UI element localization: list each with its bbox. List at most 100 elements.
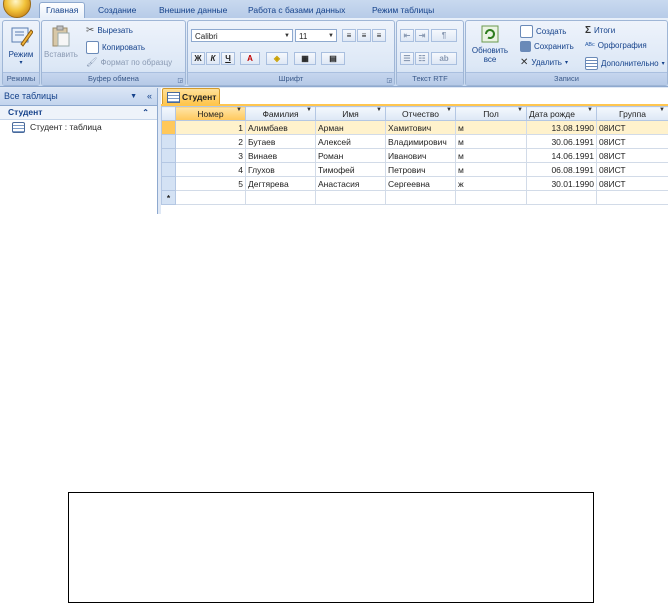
paragraph-dir-button[interactable]: ¶ <box>431 29 457 42</box>
chevron-up-icon[interactable]: ⌃ <box>142 106 149 119</box>
numbering-button[interactable]: ☷ <box>415 52 429 65</box>
font-color-button[interactable]: A <box>240 52 260 65</box>
more-button[interactable]: Дополнительно ▾ <box>585 57 665 70</box>
totals-button[interactable]: Σ Итоги <box>585 25 615 36</box>
table-cell[interactable]: Алимбаев <box>245 120 316 135</box>
column-header[interactable]: Номер ▼ <box>175 106 246 121</box>
table-cell[interactable]: 3 <box>175 148 246 163</box>
table-cell[interactable]: 2 <box>175 134 246 149</box>
table-row[interactable]: 2 Бутаев Алексей Владимирович м 30.06.19… <box>161 134 668 149</box>
table-cell[interactable]: Роман <box>315 148 386 163</box>
underline-button[interactable]: Ч <box>221 52 235 65</box>
select-all-corner[interactable] <box>161 106 176 121</box>
align-right-button[interactable]: ≡ <box>372 29 386 42</box>
doc-tab-student[interactable]: Студент <box>162 88 220 104</box>
table-cell[interactable]: Бутаев <box>245 134 316 149</box>
table-cell[interactable]: Тимофей <box>315 162 386 177</box>
tab-database-tools[interactable]: Работа с базами данных <box>242 3 351 18</box>
align-center-button[interactable]: ≡ <box>357 29 371 42</box>
chevron-down-icon[interactable]: ▼ <box>236 108 242 114</box>
table-cell[interactable] <box>385 190 456 205</box>
font-size-select[interactable]: 11 ▼ <box>295 29 337 42</box>
cut-button[interactable]: ✂ Вырезать <box>86 25 133 36</box>
new-row-marker[interactable]: * <box>161 190 176 205</box>
table-row[interactable]: 4 Глухов Тимофей Петрович м 06.08.1991 0… <box>161 162 668 177</box>
table-row[interactable]: 3 Винаев Роман Иванович м 14.06.1991 08И… <box>161 148 668 163</box>
table-cell[interactable]: 08ИСТ <box>596 120 668 135</box>
table-cell[interactable]: м <box>455 162 527 177</box>
collapse-pane-icon[interactable]: « <box>147 88 152 105</box>
table-cell[interactable]: Арман <box>315 120 386 135</box>
highlight-button[interactable]: ab <box>431 52 457 65</box>
table-cell[interactable]: 08ИСТ <box>596 148 668 163</box>
table-cell[interactable]: Алексей <box>315 134 386 149</box>
table-cell[interactable]: 5 <box>175 176 246 191</box>
table-cell[interactable]: 30.01.1990 <box>526 176 597 191</box>
tab-external-data[interactable]: Внешние данные <box>153 3 233 18</box>
nav-item-student-table[interactable]: Студент : таблица <box>0 120 157 134</box>
column-header[interactable]: Имя ▼ <box>315 106 386 121</box>
chevron-down-icon[interactable]: ▼ <box>446 108 452 114</box>
table-cell[interactable]: 06.08.1991 <box>526 162 597 177</box>
table-cell[interactable]: Петрович <box>385 162 456 177</box>
new-record-row[interactable]: * <box>161 190 668 205</box>
table-cell[interactable]: 08ИСТ <box>596 162 668 177</box>
fill-color-button[interactable]: ◈ <box>266 52 288 65</box>
chevron-down-icon[interactable]: ▼ <box>517 108 523 114</box>
table-cell[interactable] <box>526 190 597 205</box>
table-row[interactable]: 1 Алимбаев Арман Хамитович м 13.08.1990 … <box>161 120 668 135</box>
table-cell[interactable]: Винаев <box>245 148 316 163</box>
increase-indent-button[interactable]: ⇥ <box>415 29 429 42</box>
column-header[interactable]: Группа ▼ <box>596 106 668 121</box>
bold-button[interactable]: Ж <box>191 52 205 65</box>
chevron-down-icon[interactable]: ▼ <box>587 108 593 114</box>
tab-create[interactable]: Создание <box>92 3 142 18</box>
nav-header[interactable]: Все таблицы ▼ « <box>0 88 157 106</box>
table-cell[interactable]: 08ИСТ <box>596 134 668 149</box>
column-header[interactable]: Пол ▼ <box>455 106 527 121</box>
table-cell[interactable]: Сергеевна <box>385 176 456 191</box>
save-record-button[interactable]: Сохранить <box>520 41 574 52</box>
table-cell[interactable]: 1 <box>175 120 246 135</box>
table-cell[interactable]: м <box>455 148 527 163</box>
chevron-down-icon[interactable]: ▼ <box>376 108 382 114</box>
alt-fill-button[interactable]: ▤ <box>321 52 345 65</box>
table-cell[interactable]: 30.06.1991 <box>526 134 597 149</box>
decrease-indent-button[interactable]: ⇤ <box>400 29 414 42</box>
font-dialog-launcher-icon[interactable]: ◲ <box>386 77 392 84</box>
table-cell[interactable]: Хамитович <box>385 120 456 135</box>
table-cell[interactable] <box>596 190 668 205</box>
nav-group-student[interactable]: Студент ⌃ <box>0 106 157 120</box>
align-left-button[interactable]: ≡ <box>342 29 356 42</box>
row-selector[interactable] <box>161 120 176 135</box>
row-selector[interactable] <box>161 162 176 177</box>
office-button[interactable] <box>3 0 31 18</box>
row-selector[interactable] <box>161 176 176 191</box>
table-cell[interactable]: ж <box>455 176 527 191</box>
tab-datasheet[interactable]: Режим таблицы <box>366 3 440 18</box>
new-record-button[interactable]: Создать <box>520 25 566 38</box>
table-cell[interactable]: Дегтярева <box>245 176 316 191</box>
table-cell[interactable]: 4 <box>175 162 246 177</box>
bullets-button[interactable]: ☰ <box>400 52 414 65</box>
table-cell[interactable] <box>315 190 386 205</box>
font-name-select[interactable]: Calibri ▼ <box>191 29 293 42</box>
table-cell[interactable]: 08ИСТ <box>596 176 668 191</box>
column-header[interactable]: Фамилия ▼ <box>245 106 316 121</box>
table-cell[interactable] <box>245 190 316 205</box>
column-header[interactable]: Дата рожде ▼ <box>526 106 597 121</box>
chevron-down-icon[interactable]: ▼ <box>130 88 137 105</box>
table-cell[interactable] <box>455 190 527 205</box>
italic-button[interactable]: К <box>206 52 220 65</box>
table-cell[interactable]: 14.06.1991 <box>526 148 597 163</box>
column-header[interactable]: Отчество ▼ <box>385 106 456 121</box>
row-selector[interactable] <box>161 148 176 163</box>
table-cell[interactable]: Владимирович <box>385 134 456 149</box>
table-cell[interactable]: м <box>455 120 527 135</box>
tab-home[interactable]: Главная <box>39 2 86 19</box>
paste-button[interactable]: Вставить <box>44 24 78 59</box>
table-cell[interactable]: Глухов <box>245 162 316 177</box>
row-selector[interactable] <box>161 134 176 149</box>
table-cell[interactable]: 13.08.1990 <box>526 120 597 135</box>
spelling-button[interactable]: ᴬᴮᶜ Орфография <box>585 41 647 50</box>
